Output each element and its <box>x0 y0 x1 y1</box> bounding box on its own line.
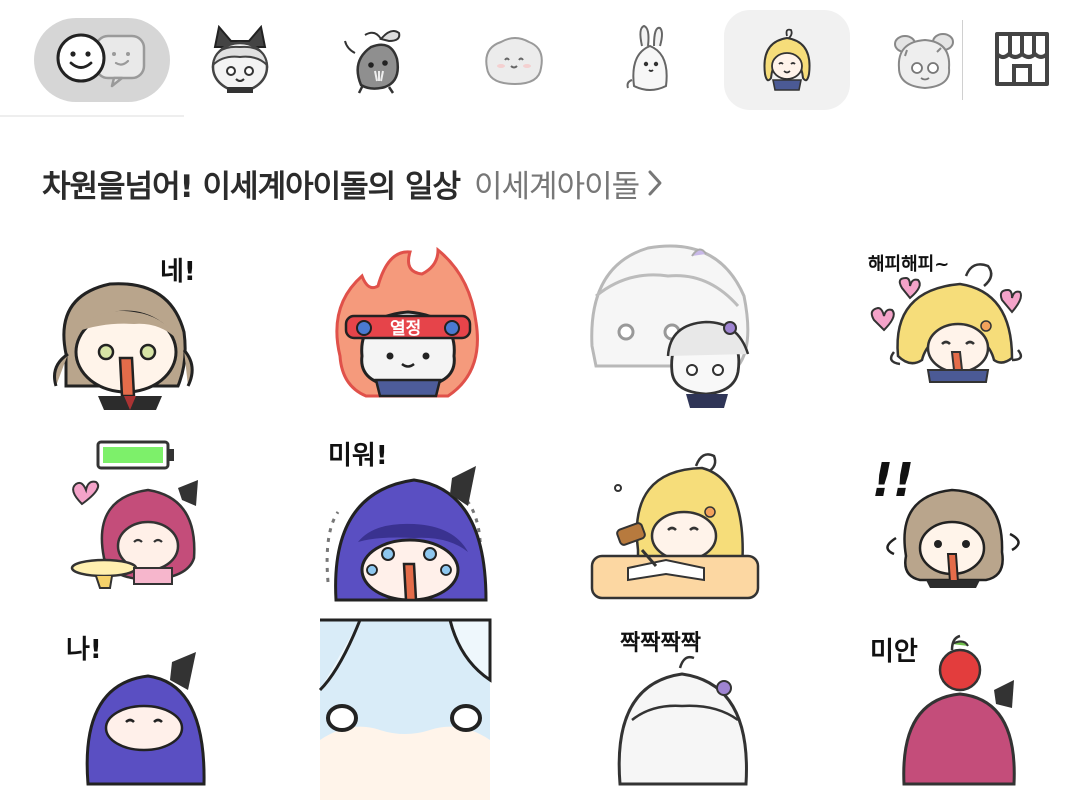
sticker-hate-you-girl: 미워! <box>325 441 488 602</box>
sticker-item[interactable]: 미워! <box>318 432 498 612</box>
sticker-surprised-girl: !! <box>872 453 1020 588</box>
sticker-silver-hair-girls <box>590 244 750 408</box>
sticker-item[interactable] <box>48 428 228 608</box>
sticker-tab-bar <box>0 0 1080 117</box>
pack-header: 차원을넘어! 이세계아이돌의 일상 이세계아이돌 <box>42 160 663 206</box>
emoticon-home-tab[interactable] <box>34 18 170 102</box>
chevron-right-icon[interactable] <box>647 169 663 197</box>
blonde-idol-icon <box>763 28 811 91</box>
sticker-item[interactable]: 짝짝짝짝 <box>592 624 772 804</box>
sticker-item[interactable]: !! <box>866 436 1046 616</box>
sticker-item[interactable] <box>588 236 768 416</box>
sticker-item[interactable]: 열정 <box>318 236 498 416</box>
sticker-sorry-girl: 미안 <box>870 634 1016 786</box>
witch-girl-icon <box>211 25 269 93</box>
sticker-caption: 미워! <box>328 441 388 471</box>
sticker-happy-happy-girl: 해피해피~ <box>868 254 1023 383</box>
sticker-caption: 열정 <box>390 319 421 339</box>
sticker-closeup-face <box>318 618 492 800</box>
sticker-pack-blob-tab[interactable] <box>454 14 574 106</box>
sticker-item[interactable] <box>584 430 764 610</box>
sticker-yes-girl: 네! <box>53 257 196 410</box>
sheep-girl-icon <box>894 33 954 90</box>
sticker-pack-sprout-tab[interactable] <box>316 14 436 106</box>
sprout-character-icon <box>344 30 401 94</box>
sticker-pack-sheep-girl-tab[interactable] <box>864 14 984 106</box>
sticker-pack-witch-tab[interactable] <box>180 14 300 106</box>
sticker-me-girl: 나! <box>66 635 206 786</box>
tab-divider <box>962 20 963 100</box>
sticker-item[interactable]: 나! <box>48 624 228 804</box>
emoticon-faces-icon <box>56 33 146 88</box>
sticker-item[interactable]: 네! <box>38 236 218 416</box>
store-icon <box>995 32 1049 86</box>
sticker-item[interactable]: 해피해피~ <box>862 236 1042 416</box>
sticker-caption: 나! <box>66 635 102 665</box>
sticker-item[interactable]: 미안 <box>862 624 1042 804</box>
sticker-caption: 해피해피~ <box>868 254 949 275</box>
blob-character-icon <box>485 37 543 86</box>
sticker-study-desk-girl <box>590 453 760 600</box>
sticker-pack-bunny-tab[interactable] <box>590 14 710 106</box>
sticker-passion-girl: 열정 <box>335 246 479 398</box>
sticker-pack-idol-tab[interactable] <box>724 10 850 110</box>
pack-title: 차원을넘어! 이세계아이돌의 일상 <box>42 168 461 205</box>
sticker-caption: !! <box>872 453 914 507</box>
pack-author-link[interactable]: 이세계아이돌 <box>474 161 640 206</box>
emoticon-store-button[interactable] <box>992 28 1052 90</box>
sticker-caption: 네! <box>160 257 196 287</box>
sticker-clapping-girl: 짝짝짝짝 <box>617 631 748 786</box>
sticker-item[interactable] <box>318 618 492 800</box>
sticker-caption: 미안 <box>870 637 918 667</box>
sticker-caption: 짝짝짝짝 <box>620 631 701 656</box>
bunny-character-icon <box>626 24 668 91</box>
sticker-battery-eating-girl <box>70 440 198 589</box>
active-tab-underline <box>0 115 184 117</box>
